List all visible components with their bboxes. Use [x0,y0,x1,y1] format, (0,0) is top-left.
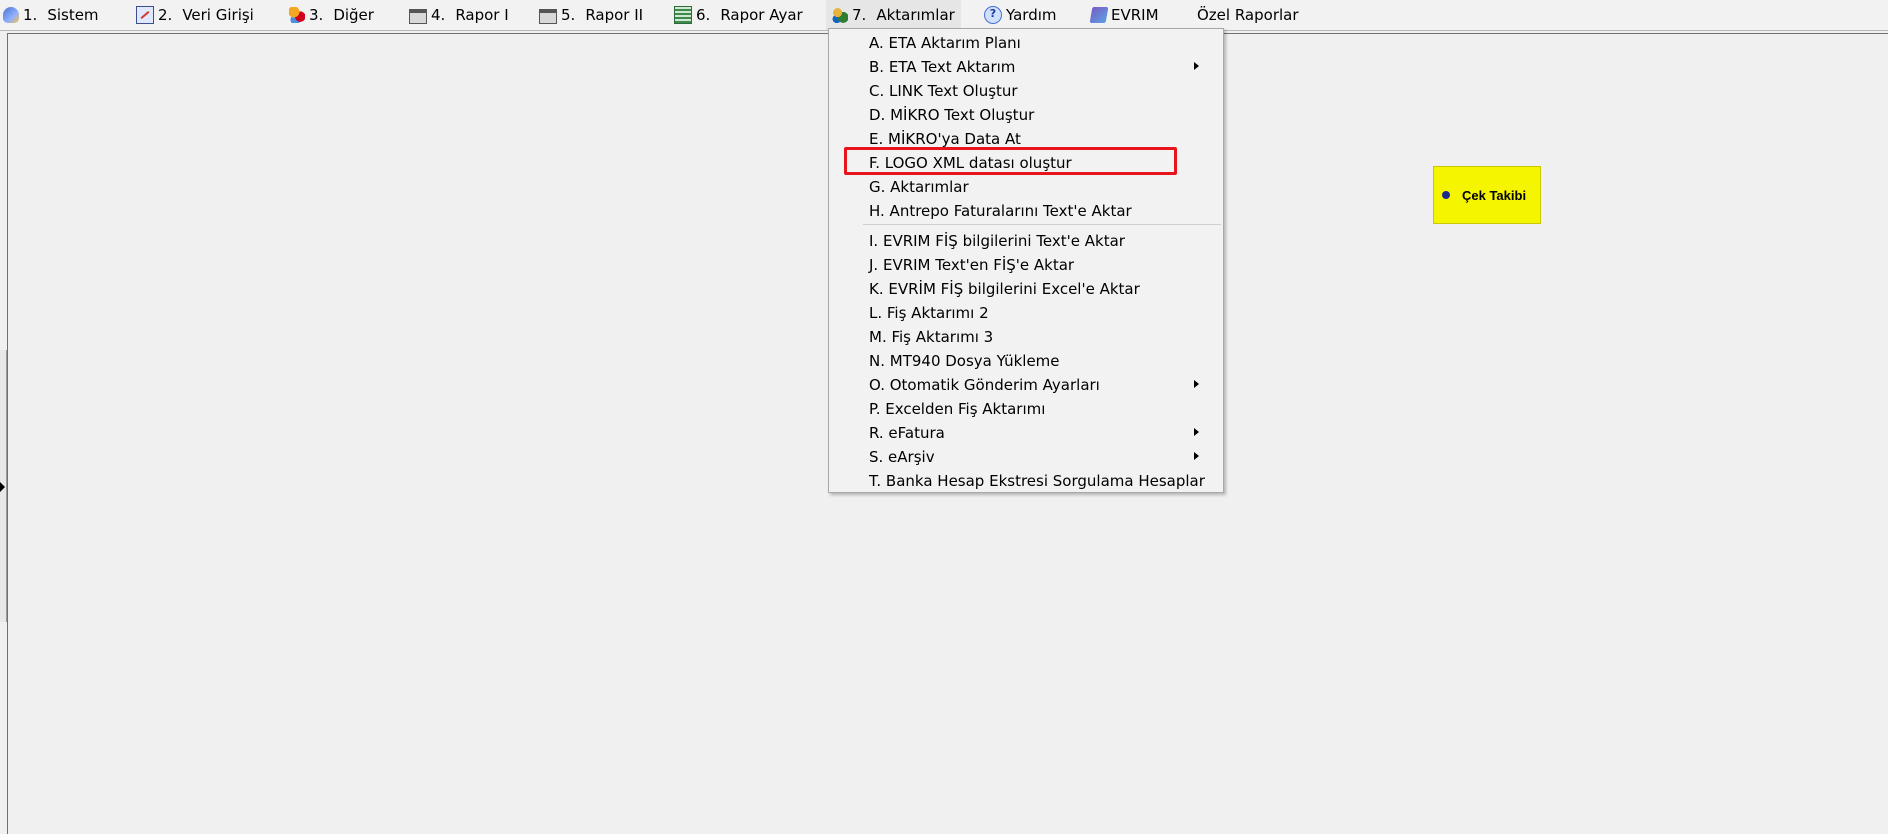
menu-number: 7. [852,6,867,24]
menu-label: Veri Girişi [182,6,254,24]
bullet-icon [1442,191,1450,199]
menu-item-efatura[interactable]: R. eFatura [869,421,1209,445]
edit-icon [136,6,154,24]
menu-item-label: O. Otomatik Gönderim Ayarları [869,376,1100,394]
menu-rapor-ayar[interactable]: 6. Rapor Ayar [674,0,803,30]
submenu-arrow-icon [1194,62,1199,70]
menu-item-label: A. ETA Aktarım Planı [869,34,1021,52]
menu-item-label: E. MİKRO'ya Data At [869,130,1021,148]
evrim-icon [1089,7,1109,23]
menu-item-mt940[interactable]: N. MT940 Dosya Yükleme [869,349,1209,373]
menu-label: EVRIM [1111,6,1159,24]
menu-item-mikro-text[interactable]: D. MİKRO Text Oluştur [869,103,1209,127]
menu-separator [863,224,1221,225]
menu-item-eta-text-aktarim[interactable]: B. ETA Text Aktarım [869,55,1209,79]
menu-rapor-2[interactable]: 5. Rapor II [539,0,643,30]
menu-item-eta-aktarim-plani[interactable]: A. ETA Aktarım Planı [869,31,1209,55]
menu-item-label: H. Antrepo Faturalarını Text'e Aktar [869,202,1132,220]
menu-evrim[interactable]: EVRIM [1089,0,1159,30]
menu-item-logo-xml[interactable]: F. LOGO XML datası oluştur [869,151,1209,175]
shapes-icon [289,7,305,23]
menu-item-label: I. EVRIM FİŞ bilgilerini Text'e Aktar [869,232,1125,250]
menu-number: 6. [696,6,711,24]
menu-label: Diğer [333,6,374,24]
menu-item-label: G. Aktarımlar [869,178,969,196]
menu-rapor-1[interactable]: 4. Rapor I [409,0,509,30]
menu-number: 2. [158,6,173,24]
menu-label: Rapor Ayar [720,6,803,24]
menu-yardim[interactable]: ? Yardım [984,0,1057,30]
help-icon: ? [984,6,1002,24]
menu-label: Aktarımlar [876,6,955,24]
menu-label: Sistem [47,6,99,24]
menu-item-aktarimlar[interactable]: G. Aktarımlar [869,175,1209,199]
menu-item-label: R. eFatura [869,424,945,442]
menu-item-label: N. MT940 Dosya Yükleme [869,352,1060,370]
menu-number: 3. [309,6,324,24]
submenu-arrow-icon [1194,380,1199,388]
menu-item-fis-aktarimi-2[interactable]: L. Fiş Aktarımı 2 [869,301,1209,325]
menu-number: 1. [23,6,38,24]
aktarimlar-dropdown-menu: A. ETA Aktarım Planı B. ETA Text Aktarım… [828,28,1224,493]
menu-item-label: P. Excelden Fiş Aktarımı [869,400,1046,418]
menu-item-label: T. Banka Hesap Ekstresi Sorgulama Hesapl… [869,472,1205,490]
menu-label: Yardım [1006,6,1057,24]
menu-item-antrepo[interactable]: H. Antrepo Faturalarını Text'e Aktar [869,199,1209,223]
menu-item-excelden-fis[interactable]: P. Excelden Fiş Aktarımı [869,397,1209,421]
menu-number: 4. [431,6,446,24]
menu-item-label: D. MİKRO Text Oluştur [869,106,1035,124]
submenu-arrow-icon [1194,452,1199,460]
menu-item-mikro-data[interactable]: E. MİKRO'ya Data At [869,127,1209,151]
menu-item-label: J. EVRIM Text'en FİŞ'e Aktar [869,256,1075,274]
menu-item-label: M. Fiş Aktarımı 3 [869,328,994,346]
expand-arrow-icon[interactable] [0,482,5,492]
menu-item-otomatik-gonderim[interactable]: O. Otomatik Gönderim Ayarları [869,373,1209,397]
transfer-icon [832,7,848,23]
menu-item-evrim-text-fis[interactable]: J. EVRIM Text'en FİŞ'e Aktar [869,253,1209,277]
menu-number: 5. [561,6,576,24]
menu-label: Rapor I [455,6,509,24]
printer-icon [539,9,557,24]
submenu-arrow-icon [1194,428,1199,436]
menu-item-banka-hesap[interactable]: T. Banka Hesap Ekstresi Sorgulama Hesapl… [869,469,1209,493]
menu-sistem[interactable]: 1. Sistem [3,0,99,30]
menu-item-label: L. Fiş Aktarımı 2 [869,304,989,322]
menu-label: Rapor II [585,6,644,24]
cek-takibi-button[interactable]: Çek Takibi [1433,166,1541,224]
menu-ozel-raporlar[interactable]: Özel Raporlar [1197,0,1299,30]
menu-item-label: F. LOGO XML datası oluştur [869,154,1072,172]
menu-item-label: S. eArşiv [869,448,935,466]
menu-item-label: K. EVRİM FİŞ bilgilerini Excel'e Aktar [869,280,1140,298]
menu-item-label: B. ETA Text Aktarım [869,58,1016,76]
printer-icon [409,9,427,24]
menu-veri-girisi[interactable]: 2. Veri Girişi [136,0,254,30]
menu-item-evrim-fis-text[interactable]: I. EVRIM FİŞ bilgilerini Text'e Aktar [869,229,1209,253]
menu-item-earsiv[interactable]: S. eArşiv [869,445,1209,469]
sistem-icon [3,7,19,23]
menu-label: Özel Raporlar [1197,6,1299,24]
menu-aktarimlar[interactable]: 7. Aktarımlar [826,0,961,30]
menu-item-link-text[interactable]: C. LINK Text Oluştur [869,79,1209,103]
menu-diger[interactable]: 3. Diğer [289,0,374,30]
cek-takibi-label: Çek Takibi [1462,187,1527,203]
menu-item-evrim-fis-excel[interactable]: K. EVRİM FİŞ bilgilerini Excel'e Aktar [869,277,1209,301]
menu-item-label: C. LINK Text Oluştur [869,82,1018,100]
report-settings-icon [674,6,692,24]
menu-bar: 1. Sistem 2. Veri Girişi 3. Diğer 4. Rap… [0,0,1888,31]
menu-item-fis-aktarimi-3[interactable]: M. Fiş Aktarımı 3 [869,325,1209,349]
